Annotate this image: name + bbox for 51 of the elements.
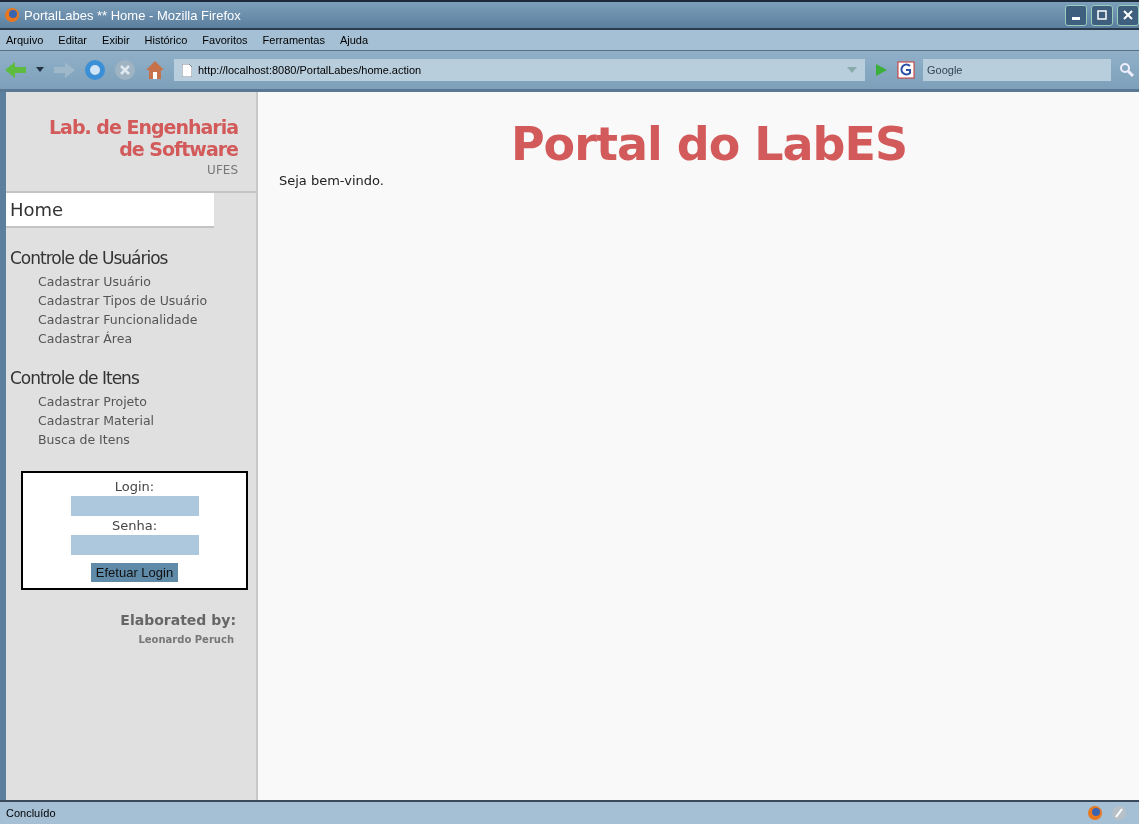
credits-heading: Elaborated by: [119,612,236,628]
logo-title: de Software [118,138,238,160]
google-icon[interactable] [897,61,915,79]
sidebar-link[interactable]: Busca de Itens [10,430,256,449]
reload-icon[interactable] [84,59,106,81]
section-heading: Controle de Itens [10,368,140,388]
sidebar-link[interactable]: Cadastrar Material [10,411,256,430]
logo-title: Lab. de Engenharia [47,116,238,138]
home-link[interactable]: Home [6,193,214,228]
page-heading: Portal do LabES [510,117,908,171]
menu-item[interactable]: Arquivo [6,34,44,46]
login-label: Login: [114,479,155,494]
page-icon [182,63,192,77]
sidebar-link[interactable]: Cadastrar Funcionalidade [10,310,256,329]
password-field[interactable] [70,535,199,555]
window-title: PortalLabes ** Home - Mozilla Firefox [24,7,241,23]
maximize-icon [1097,10,1107,20]
menu-item[interactable]: Histórico [144,34,188,46]
security-icon [1111,805,1127,821]
home-icon[interactable] [144,59,166,81]
close-button[interactable] [1117,4,1139,26]
maximize-button[interactable] [1091,4,1113,26]
section-heading: Controle de Usuários [10,248,169,268]
go-icon[interactable] [873,62,889,78]
minimize-button[interactable] [1065,4,1087,26]
menu-item[interactable]: Ferramentas [262,34,325,46]
credits-name: Leonardo Peruch [137,634,234,645]
sidebar-link[interactable]: Cadastrar Tipos de Usuário [10,291,256,310]
menu-item[interactable]: Editar [58,34,88,46]
welcome-text: Seja bem-vindo. [279,173,385,188]
search-field[interactable]: Google [923,59,1111,81]
minimize-icon [1072,16,1080,20]
forward-icon[interactable] [52,61,76,79]
firefox-icon [1087,805,1103,821]
status-text: Concluído [6,807,56,819]
menu-item[interactable]: Ajuda [339,34,369,46]
stop-icon[interactable] [114,59,136,81]
sidebar-link[interactable]: Cadastrar Área [10,329,256,348]
sidebar-link[interactable]: Cadastrar Projeto [10,392,256,411]
dropdown-icon[interactable] [36,67,44,73]
login-field[interactable] [70,496,199,516]
close-icon [1123,10,1133,20]
search-icon[interactable] [1119,62,1135,78]
menu-item[interactable]: Exibir [102,34,130,46]
logo-subtitle: UFES [206,163,238,177]
menu-item[interactable]: Favoritos [202,34,248,46]
password-label: Senha: [111,518,158,533]
sidebar-link[interactable]: Cadastrar Usuário [10,272,256,291]
address-field[interactable]: http://localhost:8080/PortalLabes/home.action [174,59,865,81]
login-button[interactable]: Efetuar Login [90,563,179,582]
firefox-icon [4,7,20,23]
